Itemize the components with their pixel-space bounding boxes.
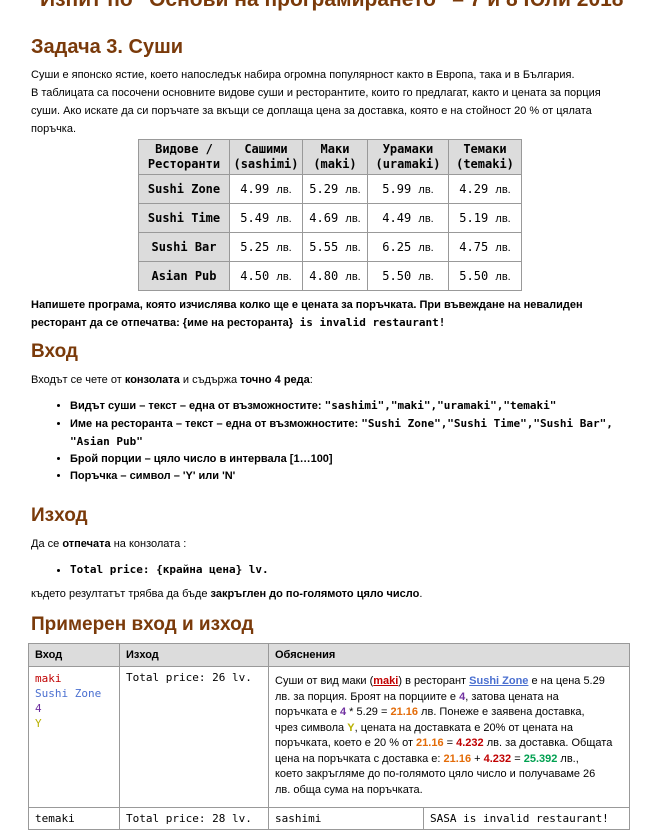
price-table: Видове / Ресторанти Сашими (sashimi) Маки… [138,139,522,291]
intro-line-1: Суши е японско ястие, което напоследък н… [31,69,575,81]
col-header-temaki: Темаки (temaki) [448,139,522,175]
output-rounding-note: където резултатът трябва да бъде закръгл… [31,588,423,600]
price-cell: 5.19 лв. [448,203,522,233]
corner-header: Видове / Ресторанти [138,139,230,175]
example-input: maki Sushi Zone 4 Y [28,666,120,808]
output-description: Да се отпечата на конзолата : [31,538,187,550]
price-cell: 5.25 лв. [229,232,303,262]
task-title: Задача 3. Суши [31,36,184,58]
input-heading: Вход [31,341,78,362]
col-header-explanation: Обяснения [268,643,630,667]
price-cell: 5.50 лв. [448,261,522,291]
output-bullet-format: Total price: {крайна цена} lv. [70,561,269,578]
col-header-uramaki: Урамаки (uramaki) [367,139,449,175]
restaurant-name: Sushi Time [138,203,230,233]
col-header-maki: Маки (maki) [302,139,368,175]
input-bullet-list: Видът суши – текст – една от възможности… [50,397,613,485]
price-cell: 4.29 лв. [448,174,522,204]
examples-header-row: Вход Изход Обяснения [28,643,630,667]
example-output: Total price: 26 lv. [119,666,269,808]
price-row-sushi-bar: Sushi Bar 5.25 лв. 5.55 лв. 6.25 лв. 4.7… [138,232,522,262]
output-heading: Изход [31,505,88,526]
example-row-1: maki Sushi Zone 4 Y Total price: 26 lv. … [28,666,630,808]
col-header-output: Изход [119,643,269,667]
exam-banner: Изпит по “Основи на програмирането” – 7 … [40,0,624,12]
restaurant-name: Sushi Zone [138,174,230,204]
restaurant-name: Asian Pub [138,261,230,291]
examples-table: Вход Изход Обяснения maki Sushi Zone 4 Y… [28,643,630,830]
price-cell: 4.80 лв. [302,261,368,291]
input-bullet-type: Видът суши – текст – една от възможности… [70,397,613,415]
example-input: sashimi [269,808,424,829]
price-table-header: Видове / Ресторанти Сашими (sashimi) Маки… [138,139,522,175]
price-row-sushi-zone: Sushi Zone 4.99 лв. 5.29 лв. 5.99 лв. 4.… [138,174,522,204]
input-bullet-portions: Брой порции – цяло число в интервала [1…… [70,451,613,468]
price-cell: 4.49 лв. [367,203,449,233]
example-row-2: temaki Total price: 28 lv. sashimi SASA … [28,807,630,830]
example-second-pair: sashimi SASA is invalid restaurant! [268,807,630,830]
price-cell: 4.99 лв. [229,174,303,204]
output-bullet-list: Total price: {крайна цена} lv. [50,561,269,578]
examples-heading: Примерен вход и изход [31,614,254,635]
example-input: temaki [28,807,120,830]
example-explanation: Суши от вид маки (maki) в ресторант Sush… [268,666,630,808]
col-header-input: Вход [28,643,120,667]
intro-line-4: поръчка. [31,123,77,135]
price-cell: 5.29 лв. [302,174,368,204]
price-cell: 5.50 лв. [367,261,449,291]
price-cell: 6.25 лв. [367,232,449,262]
input-bullet-order: Поръчка – символ – 'Y' или 'N' [70,468,613,485]
price-cell: 5.55 лв. [302,232,368,262]
restaurant-name: Sushi Bar [138,232,230,262]
intro-line-2: В таблицата са посочени основните видове… [31,87,601,99]
input-description: Входът се чете от конзолата и съдържа то… [31,374,313,386]
price-cell: 5.49 лв. [229,203,303,233]
price-cell: 5.99 лв. [367,174,449,204]
instruction-line-2: ресторант да се отпечатва: {име на ресто… [31,316,446,329]
price-cell: 4.50 лв. [229,261,303,291]
price-row-asian-pub: Asian Pub 4.50 лв. 4.80 лв. 5.50 лв. 5.5… [138,261,522,291]
example-output: SASA is invalid restaurant! [430,812,609,825]
price-cell: 4.75 лв. [448,232,522,262]
price-row-sushi-time: Sushi Time 5.49 лв. 4.69 лв. 4.49 лв. 5.… [138,203,522,233]
intro-line-3: суши. Ако искате да си поръчате за вкъщи… [31,105,592,117]
input-bullet-restaurant: Име на ресторанта – текст – една от възм… [70,415,613,451]
instruction-line-1: Напишете програма, която изчислява колко… [31,299,583,311]
col-header-sashimi: Сашими (sashimi) [229,139,303,175]
price-cell: 4.69 лв. [302,203,368,233]
example-output: Total price: 28 lv. [119,807,269,830]
